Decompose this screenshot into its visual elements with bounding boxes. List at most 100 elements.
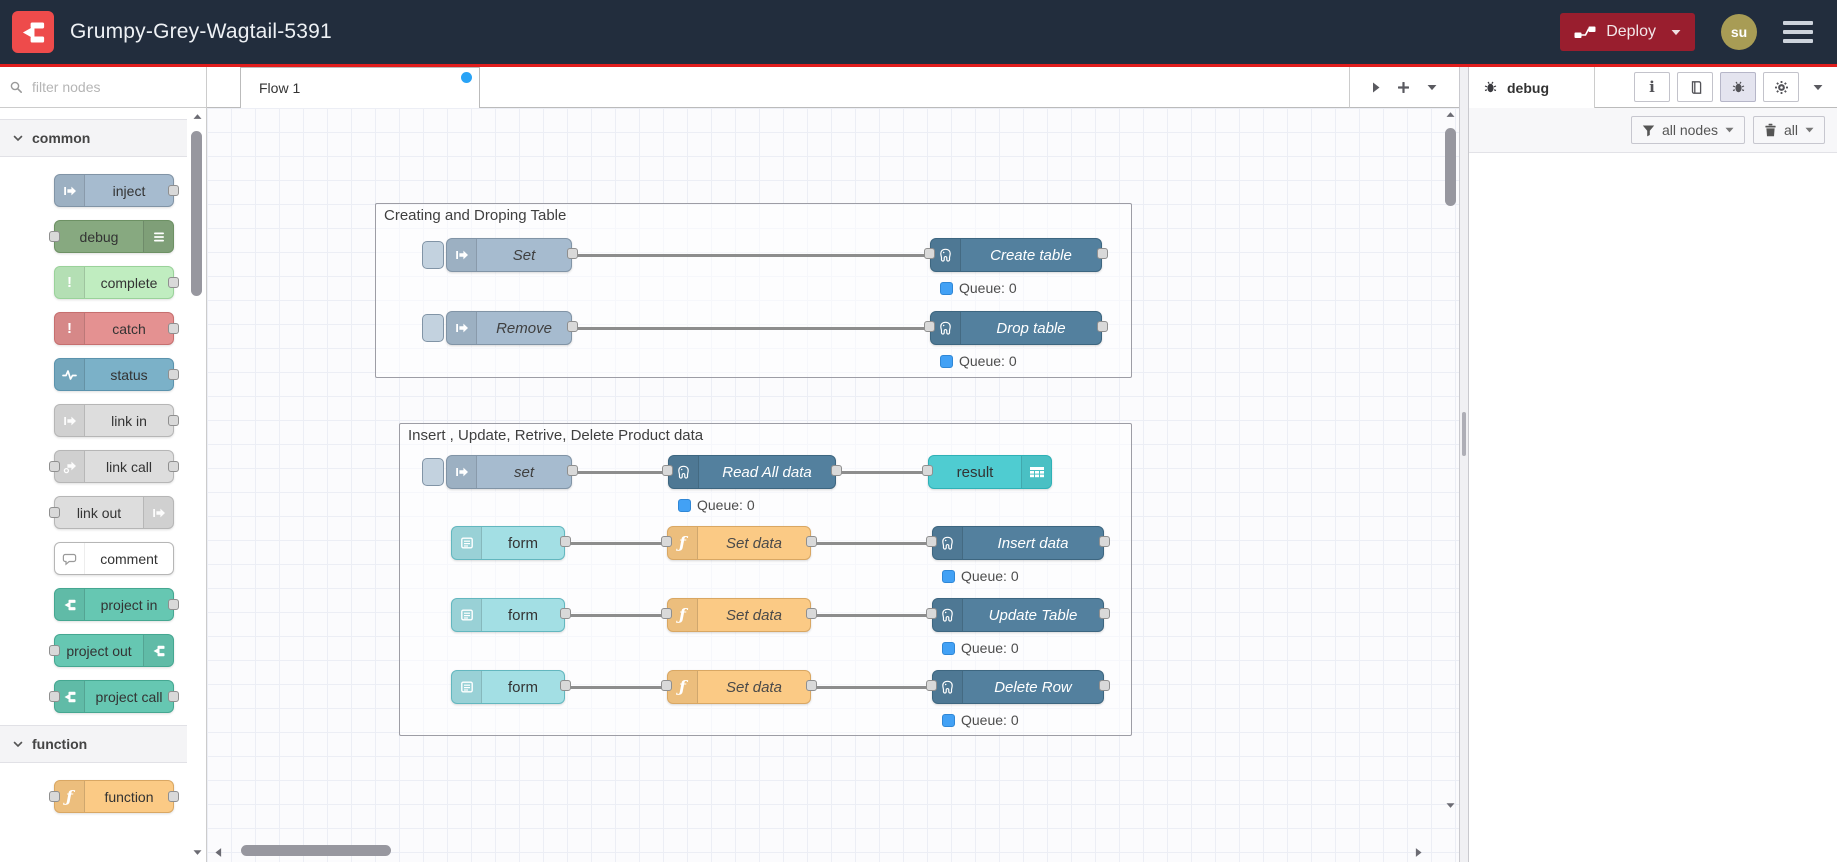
tab-flow-1[interactable]: Flow 1: [240, 67, 480, 108]
node-port-out[interactable]: [168, 599, 179, 610]
scroll-up-icon[interactable]: [188, 113, 206, 120]
palette-node-project-call[interactable]: project call: [49, 680, 179, 713]
node-port-in[interactable]: [49, 507, 60, 518]
node-setdata1[interactable]: ƒ Set data: [661, 526, 817, 560]
palette-node-link-out[interactable]: link out: [49, 496, 174, 529]
canvas-scroll-down-icon[interactable]: [1443, 802, 1458, 809]
inject-button[interactable]: [422, 314, 444, 342]
flow-canvas[interactable]: Creating and Droping Table Insert , Updat…: [207, 108, 1459, 862]
node-port-out[interactable]: [168, 415, 179, 426]
node-set1[interactable]: Set: [422, 238, 578, 272]
node-port-out[interactable]: [567, 248, 578, 259]
canvas-vscrollbar[interactable]: [1443, 108, 1458, 862]
node-update-table[interactable]: Update Table: [926, 598, 1110, 632]
debug-message-list[interactable]: [1469, 153, 1837, 862]
sidebar-menu-caret-icon[interactable]: [1813, 84, 1823, 91]
wire[interactable]: [562, 614, 671, 617]
main-menu-icon[interactable]: [1783, 21, 1813, 43]
node-port-out[interactable]: [1097, 321, 1108, 332]
deploy-button[interactable]: Deploy: [1560, 13, 1695, 51]
wire[interactable]: [808, 686, 936, 689]
node-port-in[interactable]: [49, 691, 60, 702]
wire[interactable]: [569, 254, 934, 257]
sidebar-tab-debug[interactable]: debug: [1469, 67, 1595, 108]
node-port-in[interactable]: [922, 465, 933, 476]
splitter-handle[interactable]: [1462, 412, 1466, 456]
palette-scrollbar[interactable]: [188, 109, 206, 862]
node-port-in[interactable]: [49, 461, 60, 472]
node-read-all[interactable]: Read All data: [662, 455, 842, 489]
node-port-in[interactable]: [924, 321, 935, 332]
node-port-out[interactable]: [806, 608, 817, 619]
canvas-scroll-left-icon[interactable]: [215, 845, 222, 862]
node-setdata3[interactable]: ƒ Set data: [661, 670, 817, 704]
help-tab-button[interactable]: [1677, 72, 1713, 102]
node-port-in[interactable]: [661, 536, 672, 547]
node-port-out[interactable]: [1097, 248, 1108, 259]
node-port-in[interactable]: [926, 608, 937, 619]
canvas-hscrollbar[interactable]: [207, 844, 1459, 858]
node-port-out[interactable]: [806, 536, 817, 547]
node-port-in[interactable]: [49, 791, 60, 802]
node-create-table[interactable]: Create table: [924, 238, 1108, 272]
next-tab-icon[interactable]: [1372, 82, 1380, 93]
node-port-out[interactable]: [560, 608, 571, 619]
node-port-in[interactable]: [662, 465, 673, 476]
node-port-out[interactable]: [1099, 608, 1110, 619]
node-port-out[interactable]: [567, 321, 578, 332]
node-port-out[interactable]: [168, 185, 179, 196]
node-port-out[interactable]: [1099, 536, 1110, 547]
palette-node-link-in[interactable]: link in: [54, 404, 179, 437]
node-port-in[interactable]: [661, 608, 672, 619]
category-header-common[interactable]: common: [0, 119, 187, 157]
inject-button[interactable]: [422, 241, 444, 269]
node-port-out[interactable]: [806, 680, 817, 691]
node-form2[interactable]: form: [451, 598, 571, 632]
flow-list-caret-icon[interactable]: [1427, 84, 1437, 91]
user-avatar[interactable]: su: [1721, 14, 1757, 50]
node-port-out[interactable]: [567, 465, 578, 476]
wire[interactable]: [808, 614, 936, 617]
node-port-in[interactable]: [661, 680, 672, 691]
debug-tab-button[interactable]: [1720, 72, 1756, 102]
node-set2[interactable]: set: [422, 455, 578, 489]
wire[interactable]: [808, 542, 936, 545]
node-port-out[interactable]: [168, 323, 179, 334]
wire[interactable]: [569, 471, 672, 474]
sidebar-splitter[interactable]: [1459, 67, 1469, 862]
wire[interactable]: [833, 471, 932, 474]
canvas-scroll-right-icon[interactable]: [1415, 845, 1422, 862]
canvas-vscroll-thumb[interactable]: [1445, 128, 1456, 206]
wire[interactable]: [562, 542, 671, 545]
palette-node-inject[interactable]: inject: [54, 174, 179, 207]
palette-node-status[interactable]: status: [54, 358, 179, 391]
palette-node-complete[interactable]: ! complete: [54, 266, 179, 299]
palette-node-catch[interactable]: ! catch: [54, 312, 179, 345]
palette-node-project-out[interactable]: project out: [49, 634, 174, 667]
flow-group[interactable]: Creating and Droping Table: [375, 203, 1132, 378]
debug-clear-button[interactable]: all: [1752, 116, 1825, 144]
node-remove[interactable]: Remove: [422, 311, 578, 345]
palette-node-function[interactable]: ƒ function: [49, 780, 179, 813]
node-port-out[interactable]: [168, 791, 179, 802]
palette-search[interactable]: [0, 67, 206, 108]
node-port-out[interactable]: [168, 691, 179, 702]
node-port-out[interactable]: [168, 277, 179, 288]
node-insert-data[interactable]: Insert data: [926, 526, 1110, 560]
scroll-down-icon[interactable]: [188, 849, 206, 856]
palette-node-debug[interactable]: debug: [49, 220, 174, 253]
palette-scroll-thumb[interactable]: [191, 131, 202, 296]
add-flow-icon[interactable]: [1397, 81, 1410, 94]
deploy-caret-icon[interactable]: [1671, 29, 1681, 36]
node-port-in[interactable]: [926, 536, 937, 547]
wire[interactable]: [562, 686, 671, 689]
node-delete-row[interactable]: Delete Row: [926, 670, 1110, 704]
node-result[interactable]: result: [922, 455, 1052, 489]
search-input[interactable]: [30, 78, 160, 96]
node-port-out[interactable]: [831, 465, 842, 476]
inject-button[interactable]: [422, 458, 444, 486]
info-tab-button[interactable]: i: [1634, 72, 1670, 102]
node-port-in[interactable]: [49, 231, 60, 242]
node-port-in[interactable]: [926, 680, 937, 691]
node-form1[interactable]: form: [451, 526, 571, 560]
